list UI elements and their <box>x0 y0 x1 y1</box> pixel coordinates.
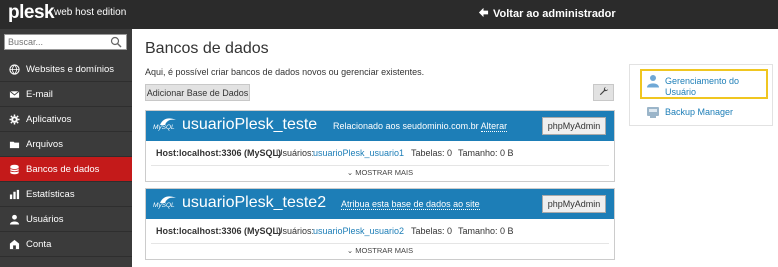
user-management-icon <box>646 74 660 88</box>
sidebar-item-label: Usuários <box>26 213 64 225</box>
show-more-button[interactable]: ⌄ MOSTRAR MAIS <box>146 165 614 181</box>
wrench-icon <box>599 86 609 99</box>
database-relation: Atribua esta base de dados ao site <box>341 199 480 210</box>
sidebar-item-label: Estatísticas <box>26 188 75 200</box>
search-box <box>4 34 127 50</box>
page-title: Bancos de dados <box>145 40 269 57</box>
tables-count: Tabelas: 0 <box>411 226 453 236</box>
folder-icon <box>8 138 20 150</box>
sidebar-item-files[interactable]: Arquivos <box>0 132 132 157</box>
search-icon[interactable] <box>110 36 122 48</box>
database-size: Tamanho: 0 B <box>458 226 514 236</box>
sidebar-item-apps[interactable]: Aplicativos <box>0 107 132 132</box>
assign-to-site-link[interactable]: Atribua esta base de dados ao site <box>341 199 480 210</box>
database-card-header: MySQL usuarioPlesk_teste Relacionado aos… <box>146 111 614 141</box>
user-management-link[interactable]: Gerenciamento do Usuário <box>665 76 765 98</box>
envelope-icon <box>8 88 20 100</box>
sidebar-item-label: Conta <box>26 238 52 250</box>
account-icon <box>8 238 20 250</box>
backup-icon <box>646 105 660 119</box>
phpmyadmin-button[interactable]: phpMyAdmin <box>542 117 606 135</box>
database-user-link[interactable]: usuarioPlesk_usuario1 <box>313 148 404 158</box>
bar-chart-icon <box>8 188 20 200</box>
sidebar-item-account[interactable]: Conta <box>0 232 132 257</box>
globe-icon <box>8 63 20 75</box>
sidebar-item-label: Aplicativos <box>26 113 72 125</box>
divider <box>151 243 609 244</box>
database-name[interactable]: usuarioPlesk_teste2 <box>182 194 326 212</box>
tables-count: Tabelas: 0 <box>411 148 453 158</box>
sidebar-item-label: Websites e domínios <box>26 63 115 75</box>
show-more-button[interactable]: ⌄ MOSTRAR MAIS <box>146 243 614 259</box>
arrow-left-icon <box>478 7 489 21</box>
tools-button[interactable] <box>593 84 614 101</box>
database-info: Host:localhost:3306 (MySQL) Usuários: us… <box>146 219 614 243</box>
back-to-admin-label: Voltar ao administrador <box>493 8 616 20</box>
plesk-logo[interactable]: plesk <box>8 2 55 24</box>
users-label: Usuários: <box>276 226 315 236</box>
chevron-down-icon: ⌄ <box>346 168 356 177</box>
database-relation: Relacionado aos seudominio.com.br Altera… <box>333 121 508 132</box>
database-card: MySQL usuarioPlesk_teste2 Atribua esta b… <box>145 188 615 260</box>
back-to-admin-link[interactable]: Voltar ao administrador <box>478 7 616 21</box>
edition-label: web host edition <box>54 7 127 18</box>
change-relation-link[interactable]: Alterar <box>480 121 508 132</box>
database-size: Tamanho: 0 B <box>458 148 514 158</box>
database-info: Host:localhost:3306 (MySQL) Usuários: us… <box>146 141 614 165</box>
top-bar: plesk web host edition Voltar ao adminis… <box>0 0 778 29</box>
database-host: Host:localhost:3306 (MySQL) <box>156 226 282 236</box>
gear-icon <box>8 113 20 125</box>
sidebar-item-label: Arquivos <box>26 138 63 150</box>
sidebar-item-email[interactable]: E-mail <box>0 82 132 107</box>
mysql-logo-icon: MySQL <box>153 117 179 135</box>
database-icon <box>8 163 20 175</box>
sidebar: Websites e domínios E-mail Aplicativos A… <box>0 29 132 267</box>
sidebar-item-label: E-mail <box>26 88 53 100</box>
backup-manager-link[interactable]: Backup Manager <box>665 107 765 118</box>
users-label: Usuários: <box>276 148 315 158</box>
user-icon <box>8 213 20 225</box>
sidebar-item-statistics[interactable]: Estatísticas <box>0 182 132 207</box>
database-card: MySQL usuarioPlesk_teste Relacionado aos… <box>145 110 615 182</box>
sidebar-item-users[interactable]: Usuários <box>0 207 132 232</box>
chevron-down-icon: ⌄ <box>346 246 356 255</box>
phpmyadmin-button[interactable]: phpMyAdmin <box>542 195 606 213</box>
sidebar-item-label: Bancos de dados <box>26 163 100 175</box>
divider <box>151 165 609 166</box>
mysql-logo-icon: MySQL <box>153 195 179 213</box>
database-host: Host:localhost:3306 (MySQL) <box>156 148 282 158</box>
search-input[interactable] <box>5 35 109 49</box>
add-database-button[interactable]: Adicionar Base de Dados <box>145 84 250 101</box>
database-user-link[interactable]: usuarioPlesk_usuario2 <box>313 226 404 236</box>
page-description: Aqui, é possível criar bancos de dados n… <box>145 67 425 77</box>
database-name[interactable]: usuarioPlesk_teste <box>182 116 317 134</box>
sidebar-item-websites[interactable]: Websites e domínios <box>0 57 132 82</box>
sidebar-item-databases[interactable]: Bancos de dados <box>0 157 132 182</box>
database-card-header: MySQL usuarioPlesk_teste2 Atribua esta b… <box>146 189 614 219</box>
